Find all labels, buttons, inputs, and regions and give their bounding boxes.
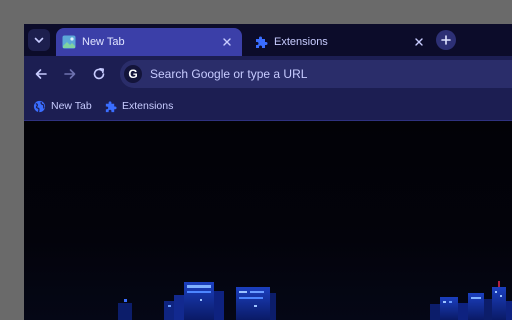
new-tab-page-background [24,121,512,320]
browser-window: New Tab Extensions G Search Google or ty… [24,24,512,320]
toolbar: G Search Google or type a URL [24,56,512,92]
tab-new-tab[interactable]: New Tab [56,28,242,56]
plus-icon [441,35,451,45]
close-tab-icon[interactable] [220,35,234,49]
reload-icon [93,68,105,80]
arrow-left-icon [35,69,47,79]
tab-search-button[interactable] [28,29,50,51]
tab-strip: New Tab Extensions [24,24,512,56]
puzzle-icon [105,100,117,112]
back-button[interactable] [30,63,52,85]
puzzle-icon [254,35,268,49]
new-tab-favicon-icon [62,35,76,49]
arrow-right-icon [64,69,76,79]
bookmark-new-tab[interactable]: New Tab [33,98,92,114]
omnibox[interactable]: G Search Google or type a URL [120,60,512,88]
google-g-icon: G [124,65,142,83]
bookmark-label: Extensions [122,100,174,112]
tab-extensions[interactable]: Extensions [248,28,434,56]
globe-icon [33,100,46,112]
forward-button[interactable] [59,63,81,85]
bookmark-label: New Tab [51,100,92,112]
tab-title: New Tab [82,36,125,48]
reload-button[interactable] [88,63,110,85]
bookmarks-bar: New Tab Extensions [24,92,512,121]
city-skyline-image [118,281,512,320]
new-tab-button[interactable] [436,30,456,50]
omnibox-placeholder: Search Google or type a URL [150,67,308,81]
close-tab-icon[interactable] [412,35,426,49]
bookmark-extensions[interactable]: Extensions [104,98,173,114]
chevron-down-icon [34,37,44,43]
tab-title: Extensions [274,36,328,48]
